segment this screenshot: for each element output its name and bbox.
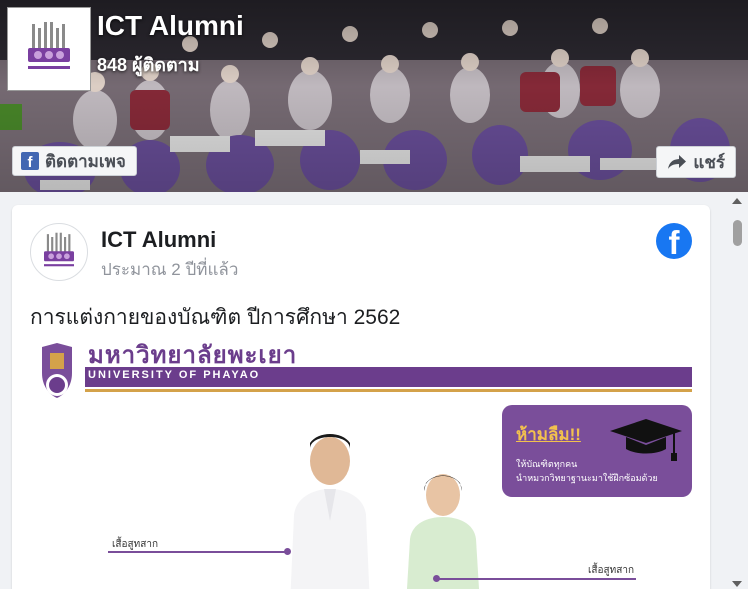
graduate-male-figure [290,434,370,589]
pointer-line-right [438,578,636,580]
share-button[interactable]: แชร์ [656,146,736,178]
notice-title: ห้ามลืม!! [516,425,581,444]
facebook-page-plugin: ICT Alumni 848 ผู้ติดตาม f ติดตามเพจ แชร… [0,0,748,589]
ict-logo-icon [28,22,70,69]
notice-line-2: นำหมวกวิทยาฐานะมาใช้ฝึกซ้อมด้วย [516,473,658,483]
scrollbar[interactable] [726,192,748,589]
post-image[interactable]: มหาวิทยาลัยพะเยา UNIVERSITY OF PHAYAO ห้… [30,341,692,589]
scroll-up-arrow-icon[interactable] [732,198,742,204]
post-avatar[interactable] [30,223,88,281]
graduate-female-figure [406,474,480,589]
caption-left: เสื้อสูทสาก [112,539,158,550]
notice-box: ห้ามลืม!! ให้บัณฑิตทุกคน นำหมวกวิทยาฐานะ… [502,405,692,497]
post-timestamp[interactable]: ประมาณ 2 ปีที่แล้ว [101,256,238,283]
facebook-square-icon: f [21,152,39,170]
share-arrow-icon [668,155,687,169]
page-name[interactable]: ICT Alumni [97,10,244,42]
gold-divider [85,389,692,392]
scroll-thumb[interactable] [733,220,742,246]
caption-right: เสื้อสูทสาก [588,565,634,576]
ict-logo-icon [44,232,74,267]
post-text: การแต่งกายของบัณฑิต ปีการศึกษา 2562 [30,306,401,329]
cover-photo[interactable]: ICT Alumni 848 ผู้ติดตาม f ติดตามเพจ แชร… [0,0,748,192]
pointer-dot-right [433,575,440,582]
notice-line-1: ให้บัณฑิตทุกคน [516,459,578,469]
post-author[interactable]: ICT Alumni [101,227,216,253]
scroll-down-arrow-icon[interactable] [732,581,742,587]
share-label: แชร์ [693,152,725,172]
page-logo[interactable] [8,8,90,90]
pointer-line-left [108,551,286,553]
university-name-en: UNIVERSITY OF PHAYAO [88,369,261,381]
follow-page-button[interactable]: f ติดตามเพจ [12,146,137,176]
pointer-dot-left [284,548,291,555]
follower-count: 848 ผู้ติดตาม [97,55,200,75]
graduation-cap-icon [610,419,682,461]
university-seal-icon [42,343,72,398]
facebook-logo-icon[interactable]: f [656,223,692,259]
follow-page-label: ติดตามเพจ [45,151,126,171]
post-card: ICT Alumni ประมาณ 2 ปีที่แล้ว f การแต่งก… [12,205,710,589]
